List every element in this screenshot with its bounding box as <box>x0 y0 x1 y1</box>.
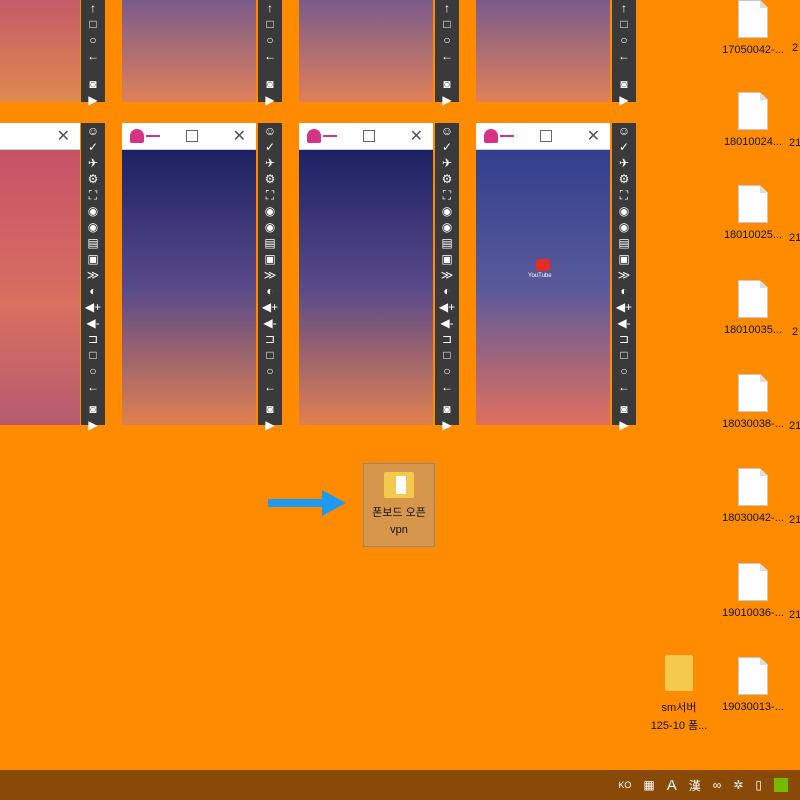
file-item[interactable]: 18010025... <box>708 185 798 241</box>
android-icon <box>484 129 498 143</box>
emulator-toolbar-3[interactable]: ☺ ✓ ✈ ⚙ ⛶ ◉ ◉ ▤ ▣ ≫ ◐ ◀+ ◀- ⊐ □ ○ ← ◙ ▶ <box>435 123 459 432</box>
emulator-window-1[interactable]: ✕ <box>0 123 80 425</box>
file-item[interactable]: 19010036-... <box>708 563 798 619</box>
calendar-icon[interactable]: ▦ <box>643 778 654 792</box>
file-label: 18030038-... <box>722 418 784 430</box>
folder-phoneboard-vpn[interactable]: 폰보드 오픈 vpn <box>363 463 435 547</box>
file-suffix: 21 <box>789 609 800 621</box>
file-suffix: 21 <box>789 232 800 244</box>
file-item[interactable]: 19030013-... <box>708 657 798 713</box>
maximize-icon[interactable] <box>540 130 552 142</box>
network-icon[interactable]: ∞ <box>713 778 722 792</box>
emulator-toolbar-top-1[interactable]: ↑ □ ○ ← ◙ ▶ <box>81 0 105 107</box>
document-icon <box>738 657 768 695</box>
file-item[interactable]: 18030038-... <box>708 374 798 430</box>
emulator-top-1[interactable] <box>0 0 80 102</box>
file-suffix: 21 <box>789 420 800 432</box>
file-suffix: 21 <box>789 137 800 149</box>
folder-label-line1: sm서버 <box>661 702 697 714</box>
emulator-window-4[interactable]: ✕ YouTube <box>476 123 610 425</box>
file-item[interactable]: 18030042-... <box>708 468 798 524</box>
folder-sm-server[interactable]: sm서버 125-10 폼... <box>640 655 718 733</box>
android-icon <box>307 129 321 143</box>
maximize-icon[interactable] <box>186 130 198 142</box>
emulator-top-3[interactable] <box>299 0 433 102</box>
document-icon <box>738 92 768 130</box>
emulator-window-3[interactable]: ✕ <box>299 123 433 425</box>
folder-label-line2: vpn <box>390 524 408 536</box>
emulator-window-2[interactable]: ✕ <box>122 123 256 425</box>
settings-icon[interactable]: ✲ <box>733 778 743 792</box>
file-label: 19030013-... <box>722 701 784 713</box>
file-label: 18010035... <box>723 324 783 336</box>
emulator-top-2[interactable] <box>122 0 256 102</box>
file-label: 18010025... <box>723 229 783 241</box>
file-label: 17050042-... <box>722 44 784 56</box>
emulator-top-4[interactable] <box>476 0 610 102</box>
emulator-toolbar-1[interactable]: ☺ ✓ ✈ ⚙ ⛶ ◉ ◉ ▤ ▣ ≫ ◐ ◀+ ◀- ⊐ □ ○ ← ◙ ▶ <box>81 123 105 432</box>
document-icon <box>738 185 768 223</box>
close-icon[interactable]: ✕ <box>410 126 423 146</box>
document-icon <box>738 563 768 601</box>
folder-label-line2: 125-10 폼... <box>650 720 708 732</box>
emulator-toolbar-top-2[interactable]: ↑ □ ○ ← ◙ ▶ <box>258 0 282 107</box>
maximize-icon[interactable] <box>363 130 375 142</box>
taskbar: KO ▦ A 漢 ∞ ✲ ▯ <box>0 770 800 800</box>
folder-icon <box>665 655 693 691</box>
document-icon <box>738 280 768 318</box>
file-label: 18010024... <box>723 136 783 148</box>
file-suffix: 2 <box>792 326 799 338</box>
folder-label-line1: 폰보드 오픈 <box>372 507 426 519</box>
document-icon <box>738 468 768 506</box>
file-label: 19010036-... <box>722 607 784 619</box>
file-item[interactable]: 18010024... <box>708 92 798 148</box>
emulator-toolbar-top-3[interactable]: ↑ □ ○ ← ◙ ▶ <box>435 0 459 107</box>
usb-icon[interactable]: ▯ <box>755 778 762 792</box>
ime-hanja[interactable]: 漢 <box>689 777 701 794</box>
file-item[interactable]: 18010035... <box>708 280 798 336</box>
file-suffix: 2 <box>792 42 799 54</box>
ime-indicator[interactable]: KO <box>618 780 631 790</box>
folder-icon <box>384 472 414 498</box>
document-icon <box>738 0 768 38</box>
close-icon[interactable]: ✕ <box>587 126 600 146</box>
close-icon[interactable]: ✕ <box>233 126 246 146</box>
emulator-toolbar-top-4[interactable]: ↑ □ ○ ← ◙ ▶ <box>612 0 636 107</box>
arrow-right-icon <box>268 490 346 521</box>
youtube-app-label: YouTube <box>528 273 552 279</box>
file-item[interactable]: 17050042-... <box>708 0 798 56</box>
document-icon <box>738 374 768 412</box>
android-icon <box>130 129 144 143</box>
youtube-app-icon[interactable] <box>536 259 550 271</box>
ime-mode-a[interactable]: A <box>667 777 677 794</box>
close-icon[interactable]: ✕ <box>57 126 70 146</box>
file-label: 18030042-... <box>722 512 784 524</box>
emulator-toolbar-2[interactable]: ☺ ✓ ✈ ⚙ ⛶ ◉ ◉ ▤ ▣ ≫ ◐ ◀+ ◀- ⊐ □ ○ ← ◙ ▶ <box>258 123 282 432</box>
file-suffix: 21 <box>789 514 800 526</box>
emulator-toolbar-4[interactable]: ☺ ✓ ✈ ⚙ ⛶ ◉ ◉ ▤ ▣ ≫ ◐ ◀+ ◀- ⊐ □ ○ ← ◙ ▶ <box>612 123 636 432</box>
nvidia-icon[interactable] <box>774 778 788 792</box>
